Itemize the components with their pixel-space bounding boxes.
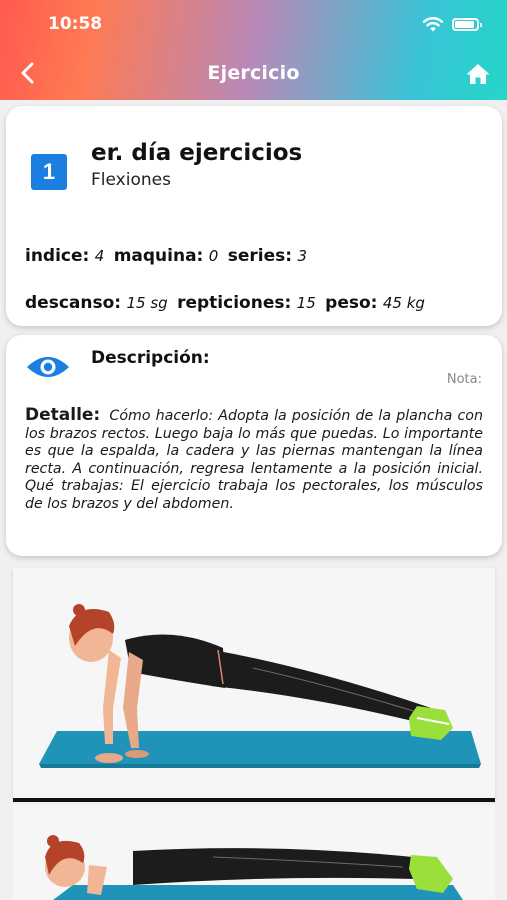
peso-label: peso: — [325, 293, 378, 313]
plank-illustration — [13, 568, 495, 798]
maquina-label: maquina: — [113, 246, 204, 266]
pushup-illustration — [13, 805, 495, 900]
status-icons — [422, 16, 482, 32]
image-divider — [13, 798, 495, 802]
detail-label: Detalle: — [25, 405, 101, 425]
exercise-day-title: er. día ejercicios — [91, 140, 303, 166]
day-number-badge: 1 — [31, 154, 67, 190]
exercise-card: 1 er. día ejercicios Flexiones indice: 4… — [6, 106, 502, 326]
description-title: Descripción: — [91, 348, 210, 368]
page-title: Ejercicio — [207, 62, 300, 84]
wifi-icon — [422, 17, 444, 32]
series-value: 3 — [297, 247, 307, 265]
note-label: Nota: — [446, 372, 482, 387]
detail-paragraph: Detalle: Cómo hacerlo: Adopta la posició… — [25, 405, 483, 514]
indice-label: indice: — [25, 246, 90, 266]
app-header: 10:58 Ejercicio — [0, 0, 507, 100]
battery-icon — [452, 17, 482, 31]
peso-value: 45 kg — [382, 294, 425, 312]
description-card: Descripción: Nota: Detalle: Cómo hacerlo… — [6, 335, 502, 556]
eye-icon — [27, 357, 69, 377]
repeticiones-value: 15 — [296, 294, 316, 312]
stats-row-secondary: descanso: 15 sg repticiones: 15 peso: 45… — [25, 293, 429, 313]
indice-value: 4 — [94, 247, 105, 265]
exercise-image-pushup — [13, 805, 495, 900]
exercise-image-plank — [13, 568, 495, 798]
exercise-name: Flexiones — [91, 170, 171, 190]
repeticiones-label: repticiones: — [177, 293, 292, 313]
descanso-label: descanso: — [25, 293, 122, 313]
status-time: 10:58 — [48, 14, 103, 34]
home-icon[interactable] — [465, 62, 491, 86]
descanso-value: 15 sg — [126, 294, 168, 312]
maquina-value: 0 — [208, 247, 219, 265]
stats-row-primary: indice: 4 maquina: 0 series: 3 — [25, 246, 311, 266]
series-label: series: — [227, 246, 293, 266]
